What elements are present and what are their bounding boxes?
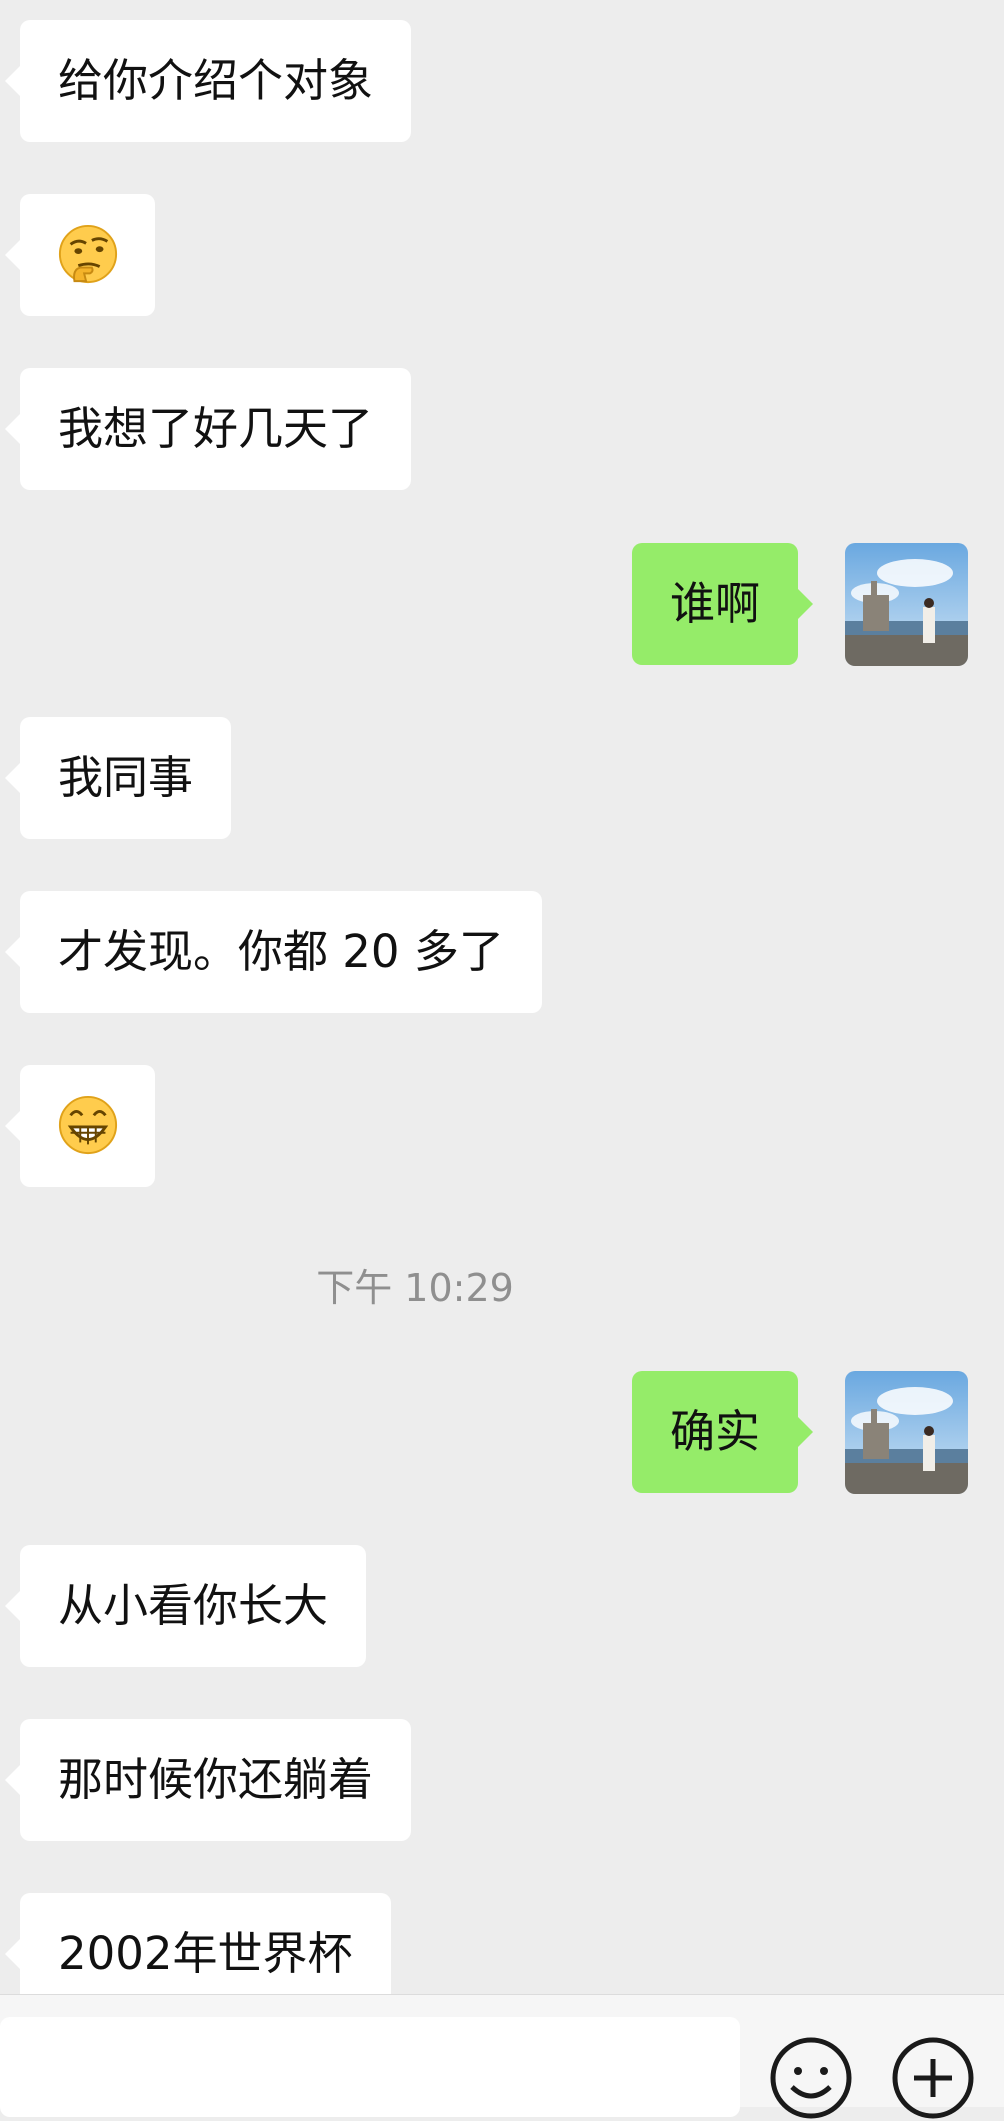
message-bubble-sent[interactable]: 谁啊 (632, 543, 814, 665)
message-bubble-received[interactable]: 2002年世界杯 (5, 1893, 391, 1994)
message-text: 谁啊 (670, 577, 761, 630)
chat-area[interactable]: 给你介绍个对象 我想了好几天了 谁啊 我同事 才发现。你都 20 多了 下午 1… (0, 0, 1004, 1994)
message-text: 从小看你长大 (58, 1579, 329, 1632)
message-bubble-received[interactable]: 那时候你还躺着 (4, 1719, 412, 1841)
message-bubble-received[interactable] (5, 1065, 155, 1187)
message-text: 那时候你还躺着 (58, 1753, 374, 1806)
message-text: 2002年世界杯 (58, 1927, 353, 1980)
user-avatar[interactable] (845, 1371, 968, 1494)
message-bubble-received[interactable]: 给你介绍个对象 (4, 20, 412, 142)
user-avatar[interactable] (845, 543, 968, 666)
timestamp: 下午 10:29 (316, 1266, 514, 1310)
message-bubble-sent[interactable]: 确实 (632, 1371, 814, 1493)
input-bar (0, 1994, 1004, 2119)
message-text: 确实 (670, 1405, 761, 1458)
message-bubble-received[interactable]: 我想了好几天了 (4, 368, 412, 490)
emoji-icon[interactable] (768, 2035, 854, 2121)
message-text: 我同事 (58, 751, 194, 804)
thinking-face-icon (58, 224, 117, 284)
grinning-face-icon (58, 1095, 117, 1155)
avatar-photo-icon (845, 1371, 968, 1494)
more-icon[interactable] (890, 2035, 976, 2121)
avatar-photo-icon (845, 543, 968, 666)
message-bubble-received[interactable]: 从小看你长大 (4, 1545, 367, 1667)
message-bubble-received[interactable] (5, 194, 155, 316)
message-text: 给你介绍个对象 (58, 54, 374, 107)
message-text: 才发现。你都 20 多了 (58, 925, 504, 978)
message-text: 我想了好几天了 (58, 402, 374, 455)
message-bubble-received[interactable]: 我同事 (4, 717, 232, 839)
message-bubble-received[interactable]: 才发现。你都 20 多了 (5, 891, 542, 1013)
message-input[interactable] (0, 2017, 740, 2117)
